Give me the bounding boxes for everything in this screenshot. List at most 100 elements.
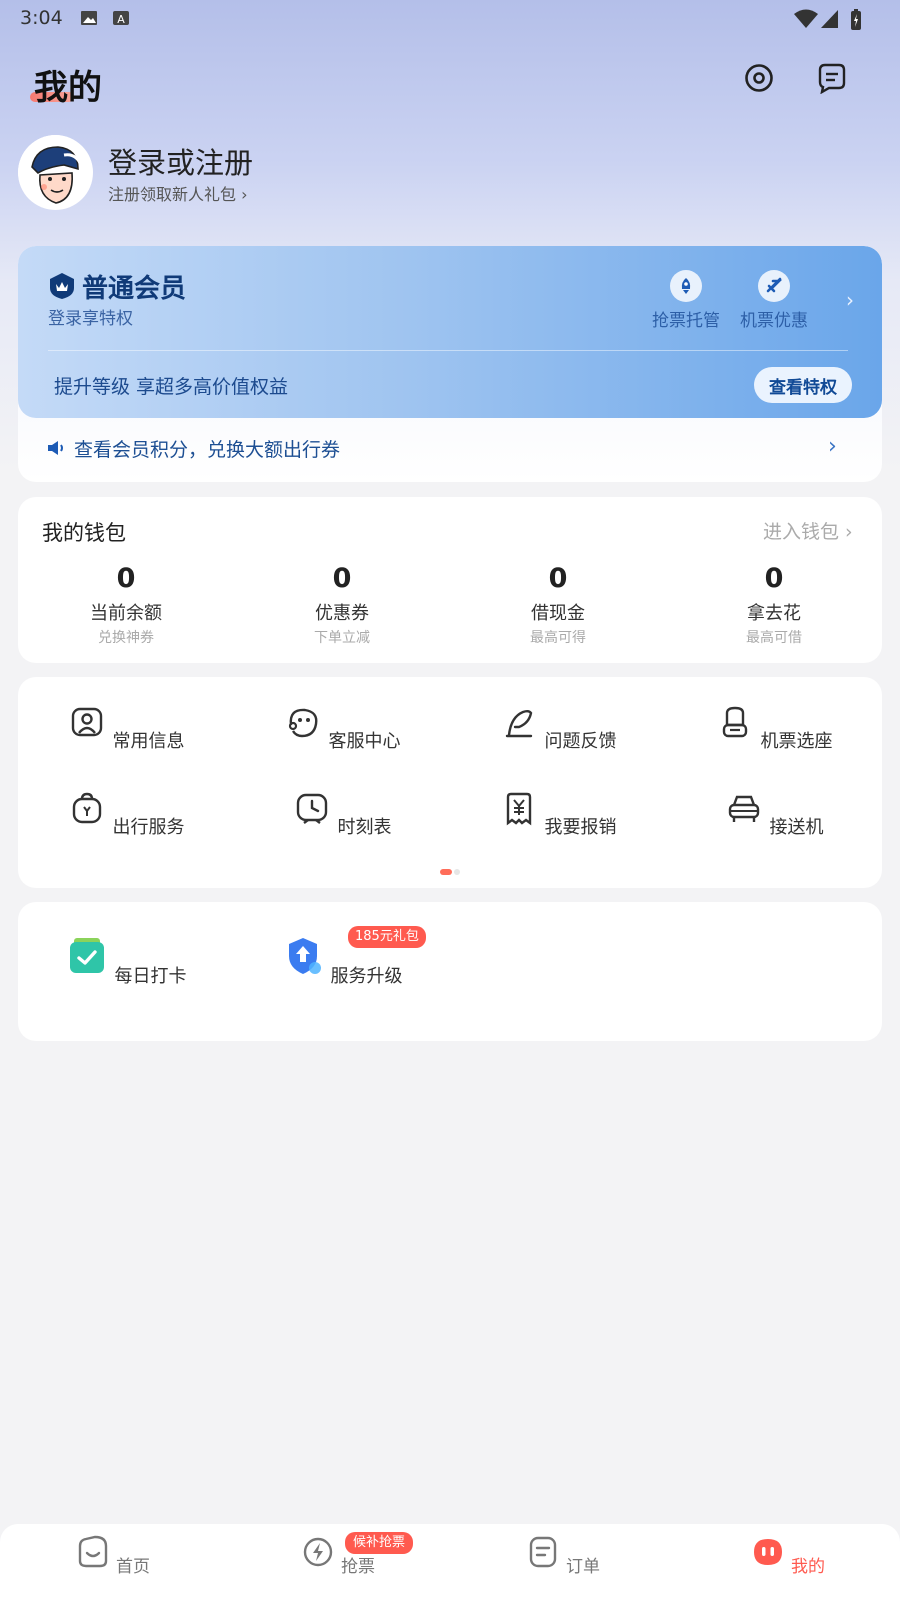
member-divider bbox=[48, 350, 848, 351]
message-icon[interactable] bbox=[816, 62, 848, 94]
tool-label: 机票选座 bbox=[760, 731, 833, 752]
speaker-icon bbox=[48, 441, 63, 455]
points-text: 查看会员积分，兑换大额出行券 bbox=[74, 439, 341, 461]
tool-label: 客服中心 bbox=[328, 731, 401, 752]
upgrade-shield-icon bbox=[289, 938, 322, 974]
nav-home[interactable]: 首页 bbox=[0, 1534, 225, 1577]
wallet-label: 拿去花 bbox=[747, 603, 801, 624]
wallet-value: 0 bbox=[764, 563, 784, 594]
nav-label: 我的 bbox=[791, 1557, 826, 1577]
wallet-item-cash-loan[interactable]: 0 借现金 最高可得 bbox=[450, 563, 666, 647]
member-card[interactable]: 普通会员 登录享特权 抢票托管 机票优惠 › 提升等级 享超多高价值权益 查看特… bbox=[18, 246, 882, 418]
extra-daily-checkin[interactable]: 每日打卡 bbox=[18, 934, 234, 988]
nav-orders[interactable]: 订单 bbox=[450, 1534, 675, 1577]
wallet-value: 0 bbox=[548, 563, 568, 594]
wallet-label: 优惠券 bbox=[315, 603, 369, 624]
tool-label: 接送机 bbox=[769, 817, 824, 838]
nav-label: 首页 bbox=[116, 1557, 151, 1577]
feature-flight-discount[interactable]: 机票优惠 bbox=[729, 270, 819, 331]
status-time: 3:04 bbox=[20, 7, 63, 29]
wallet-item-balance[interactable]: 0 当前余额 兑换神券 bbox=[18, 563, 234, 647]
tool-customer-service[interactable]: 客服中心 bbox=[234, 703, 450, 753]
extras-card: 每日打卡 服务升级 185元礼包 bbox=[18, 902, 882, 1041]
page-indicator bbox=[440, 869, 460, 875]
svg-text:A: A bbox=[117, 13, 125, 26]
member-chevron-right-icon[interactable]: › bbox=[846, 288, 854, 312]
tool-label: 时刻表 bbox=[337, 817, 392, 838]
nav-label: 订单 bbox=[566, 1557, 601, 1577]
waitlist-badge: 候补抢票 bbox=[345, 1532, 414, 1554]
member-level-title: 普通会员 bbox=[82, 274, 187, 304]
avatar[interactable] bbox=[18, 135, 93, 210]
image-notification-icon bbox=[81, 11, 97, 25]
status-bar: 3:04 A bbox=[0, 0, 900, 38]
view-privileges-button[interactable]: 查看特权 bbox=[754, 367, 852, 403]
wallet-sublabel: 兑换神券 bbox=[98, 630, 154, 646]
wallet-value: 0 bbox=[116, 563, 136, 594]
checkin-icon bbox=[70, 938, 105, 973]
app-notification-icon: A bbox=[113, 11, 129, 26]
tool-label: 我要报销 bbox=[544, 817, 617, 838]
feedback-icon bbox=[506, 710, 533, 738]
member-section: 普通会员 登录享特权 抢票托管 机票优惠 › 提升等级 享超多高价值权益 查看特… bbox=[18, 246, 882, 482]
plane-icon bbox=[766, 277, 783, 293]
car-icon bbox=[729, 795, 760, 822]
page-dot bbox=[454, 869, 460, 875]
tool-timetable[interactable]: 时刻表 bbox=[234, 789, 450, 839]
tool-label: 问题反馈 bbox=[544, 731, 617, 752]
member-subtitle: 登录享特权 bbox=[48, 309, 133, 329]
login-register-title[interactable]: 登录或注册 bbox=[108, 140, 253, 182]
wallet-sublabel: 最高可借 bbox=[746, 630, 802, 646]
points-chevron-right-icon: › bbox=[828, 434, 837, 459]
crown-badge-icon bbox=[50, 273, 74, 299]
page-dot-active bbox=[440, 869, 452, 875]
tool-airport-transfer[interactable]: 接送机 bbox=[666, 789, 882, 839]
extra-label: 服务升级 bbox=[330, 966, 403, 987]
home-icon bbox=[78, 1535, 108, 1568]
order-icon bbox=[529, 1536, 557, 1568]
battery-icon bbox=[851, 9, 861, 30]
wallet-card: 我的钱包 进入钱包 › 0 当前余额 兑换神券 0 优惠券 下单立减 0 借现金… bbox=[18, 497, 882, 663]
seat-icon bbox=[723, 706, 748, 738]
member-points-row[interactable]: 查看会员积分，兑换大额出行券 › bbox=[18, 418, 882, 482]
tool-seat-selection[interactable]: 机票选座 bbox=[666, 703, 882, 753]
feature-label: 机票优惠 bbox=[740, 311, 808, 331]
new-user-gift-link[interactable]: 注册领取新人礼包 › bbox=[108, 181, 248, 205]
nav-mine[interactable]: 我的 bbox=[675, 1534, 900, 1577]
wallet-sublabel: 最高可得 bbox=[530, 630, 586, 646]
tool-label: 出行服务 bbox=[112, 817, 185, 838]
contact-card-icon bbox=[72, 707, 103, 737]
wallet-sublabel: 下单立减 bbox=[314, 630, 370, 646]
wallet-value: 0 bbox=[332, 563, 352, 594]
gift-badge: 185元礼包 bbox=[348, 926, 426, 948]
ticket-grab-icon bbox=[303, 1537, 333, 1567]
wallet-item-coupons[interactable]: 0 优惠券 下单立减 bbox=[234, 563, 450, 647]
bottom-nav: 首页 抢票 候补抢票 订单 我的 bbox=[0, 1524, 900, 1600]
tool-label: 常用信息 bbox=[112, 731, 185, 752]
tool-reimbursement[interactable]: 我要报销 bbox=[450, 789, 666, 839]
extra-label: 每日打卡 bbox=[114, 966, 187, 987]
mine-icon bbox=[753, 1539, 782, 1565]
enter-wallet-link[interactable]: 进入钱包 › bbox=[763, 517, 853, 544]
wallet-item-credit[interactable]: 0 拿去花 最高可借 bbox=[666, 563, 882, 647]
customer-service-icon bbox=[289, 708, 318, 738]
wallet-label: 借现金 bbox=[531, 603, 585, 624]
tool-travel-service[interactable]: 出行服务 bbox=[18, 789, 234, 839]
feature-label: 抢票托管 bbox=[652, 311, 720, 331]
wifi-icon bbox=[794, 9, 818, 28]
clock-icon bbox=[297, 793, 328, 824]
tools-card: 常用信息 客服中心 问题反馈 机票选座 出行服务 时刻表 我要报销 接送机 bbox=[18, 677, 882, 888]
page-title: 我的 bbox=[34, 68, 102, 108]
tool-common-info[interactable]: 常用信息 bbox=[18, 703, 234, 753]
signal-icon bbox=[821, 10, 838, 28]
wallet-title: 我的钱包 bbox=[42, 521, 126, 545]
receipt-icon bbox=[507, 792, 532, 826]
nav-grab-ticket[interactable]: 抢票 bbox=[225, 1534, 450, 1577]
tool-feedback[interactable]: 问题反馈 bbox=[450, 703, 666, 753]
member-promo-text: 提升等级 享超多高价值权益 bbox=[54, 376, 289, 398]
travel-bag-icon bbox=[73, 792, 102, 824]
rocket-icon bbox=[681, 278, 691, 294]
nav-label: 抢票 bbox=[341, 1557, 376, 1577]
feature-ticket-hosting[interactable]: 抢票托管 bbox=[641, 270, 731, 331]
settings-icon[interactable] bbox=[743, 62, 775, 94]
